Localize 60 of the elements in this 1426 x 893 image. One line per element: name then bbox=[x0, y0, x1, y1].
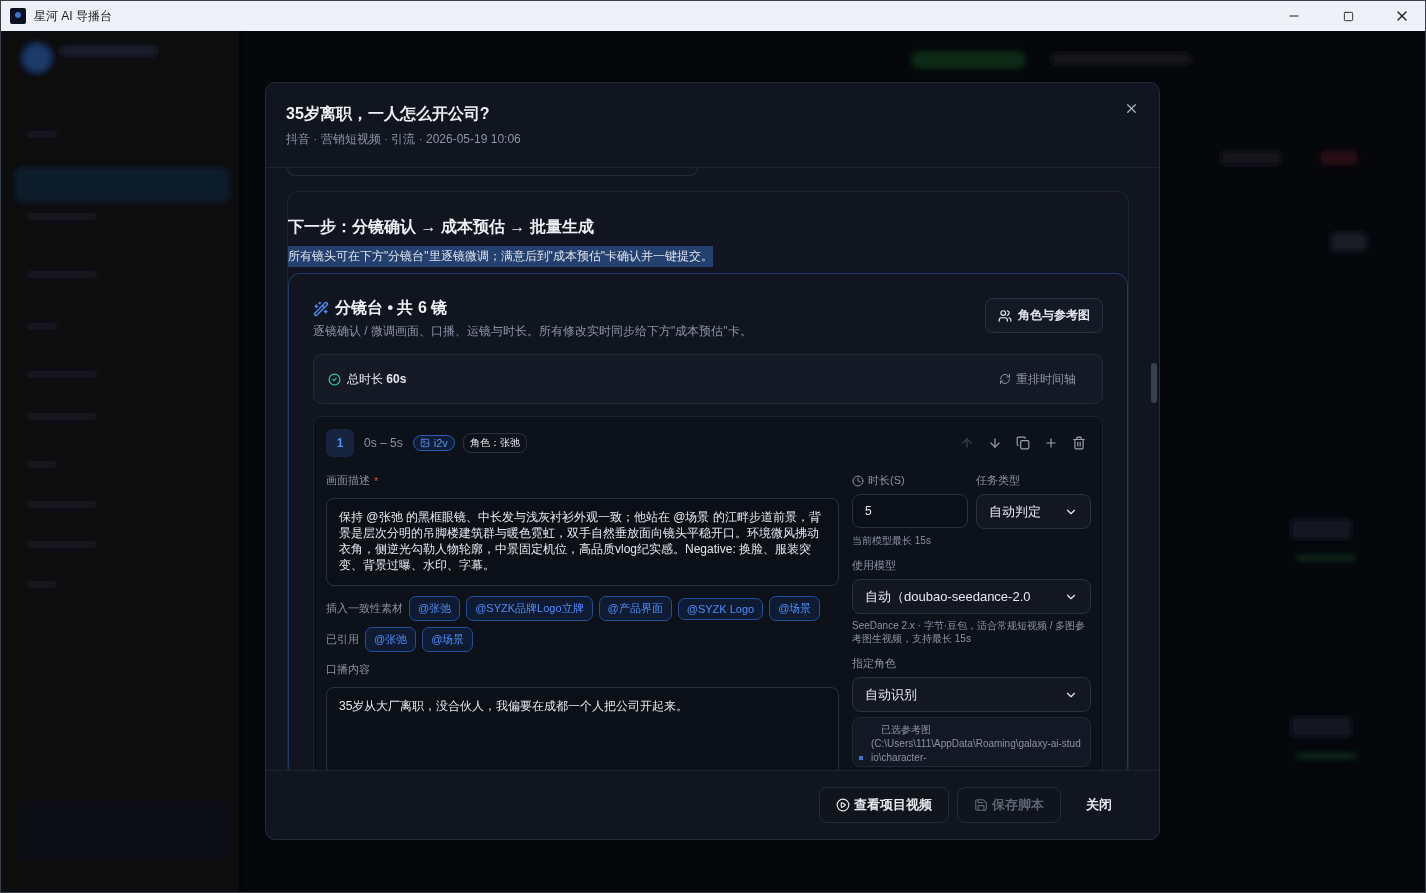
asset-chip[interactable]: @张弛 bbox=[409, 596, 461, 621]
plain-button[interactable]: 关闭 bbox=[1069, 787, 1129, 823]
app-logo-icon bbox=[10, 8, 26, 24]
save-icon bbox=[974, 798, 988, 812]
reference-path: (C:\Users\111\AppData\Roaming\galaxy-ai-studio\character- bbox=[870, 737, 1082, 765]
role-label: 指定角色 bbox=[852, 656, 897, 671]
wand-icon bbox=[313, 300, 329, 317]
storyboard-subtitle: 逐镜确认 / 微调画面、口播、运镜与时长。所有修改实时同步给下方"成本预估"卡。 bbox=[313, 323, 752, 340]
shot-number: 1 bbox=[326, 429, 354, 457]
video-button[interactable]: 查看项目视频 bbox=[819, 787, 949, 823]
storyboard-title: 分镜台 • 共 6 镜 bbox=[335, 298, 448, 318]
asset-chip[interactable]: @场景 bbox=[769, 596, 821, 621]
dialog-meta: 抖音 · 营销短视频 · 引流 · 2026-05-19 10:06 bbox=[286, 131, 521, 148]
copy-icon bbox=[1016, 436, 1030, 450]
bullet-icon bbox=[859, 756, 863, 760]
task-type-label: 任务类型 bbox=[976, 473, 1021, 488]
mode-tag: i2v bbox=[412, 435, 455, 451]
roles-button[interactable]: 角色与参考图 bbox=[985, 298, 1103, 333]
asset-chip[interactable]: @SYZK品牌Logo立牌 bbox=[466, 596, 593, 621]
down-icon bbox=[988, 436, 1002, 450]
clock-icon bbox=[852, 474, 864, 487]
duration-hint: 当前模型最长 15s bbox=[852, 534, 932, 547]
duration-label: 时长(S) bbox=[868, 473, 905, 488]
description-label: 画面描述 bbox=[326, 473, 370, 488]
model-select[interactable]: 自动（doubao-seedance-2.0 bbox=[852, 579, 1091, 614]
shot-time: 0s – 5s bbox=[364, 436, 403, 450]
retime-button[interactable]: 重排时间轴 bbox=[987, 366, 1088, 392]
asset-chip[interactable]: @SYZK Logo bbox=[677, 597, 764, 620]
task-type-select[interactable]: 自动判定 bbox=[976, 494, 1091, 529]
duration-field[interactable]: 5 bbox=[852, 494, 968, 528]
play-icon bbox=[836, 798, 850, 812]
dialog-title: 35岁离职，一人怎么开公司? bbox=[286, 104, 490, 124]
voiceover-field[interactable]: 35岁从大厂离职，没合伙人，我偏要在成都一个人把公司开起来。 bbox=[326, 687, 839, 770]
insert-label: 插入一致性素材 bbox=[326, 601, 403, 616]
scrollbar-thumb[interactable] bbox=[1151, 363, 1157, 403]
required-mark: * bbox=[374, 474, 379, 487]
referenced-label: 已引用 bbox=[326, 632, 359, 647]
total-duration: 总时长 60s bbox=[347, 370, 407, 388]
next-step-title: 下一步：分镜确认 → 成本预估 → 批量生成 bbox=[288, 217, 595, 237]
role-select[interactable]: 自动识别 bbox=[852, 677, 1091, 712]
voiceover-label: 口播内容 bbox=[326, 662, 371, 677]
image-icon bbox=[419, 438, 430, 448]
role-tag: 角色：张弛 bbox=[462, 433, 527, 453]
refresh-icon bbox=[999, 373, 1011, 385]
window-title: 星河 AI 导播台 bbox=[34, 7, 113, 25]
next-step-note: 所有镜头可在下方"分镜台"里逐镜微调；满意后到"成本预估"卡确认并一键提交。 bbox=[288, 246, 714, 267]
referenced-chip[interactable]: @张弛 bbox=[365, 627, 417, 652]
model-hint: SeeDance 2.x · 字节·豆包，适合常规短视频 / 多图参考图生视频，支持最长 15s bbox=[852, 619, 1087, 645]
close-icon bbox=[1124, 101, 1139, 116]
add-icon bbox=[1044, 436, 1058, 450]
up-icon bbox=[960, 436, 974, 450]
check-icon bbox=[328, 372, 341, 386]
maximize-icon bbox=[1342, 10, 1354, 22]
referenced-chip[interactable]: @场景 bbox=[422, 627, 474, 652]
users-icon bbox=[998, 308, 1012, 323]
asset-chip[interactable]: @产品界面 bbox=[598, 596, 672, 621]
reference-title: 已选参考图 bbox=[880, 723, 932, 737]
delete-icon bbox=[1072, 436, 1086, 450]
description-field[interactable]: 保持 @张弛 的黑框眼镜、中长发与浅灰衬衫外观一致；他站在 @场景 的江畔步道前景，背景是层次分明的吊脚楼建筑群与暖色霓虹，双手自然垂放面向镜头平稳开口。环境微风拂动衣角，侧逆光勾勒人物轮廓，中景固定机位，高品质vlog纪实感。Negative: 换脸、服装突变、背景过曝、水印、字幕。 bbox=[326, 498, 839, 586]
model-label: 使用模型 bbox=[852, 558, 897, 573]
